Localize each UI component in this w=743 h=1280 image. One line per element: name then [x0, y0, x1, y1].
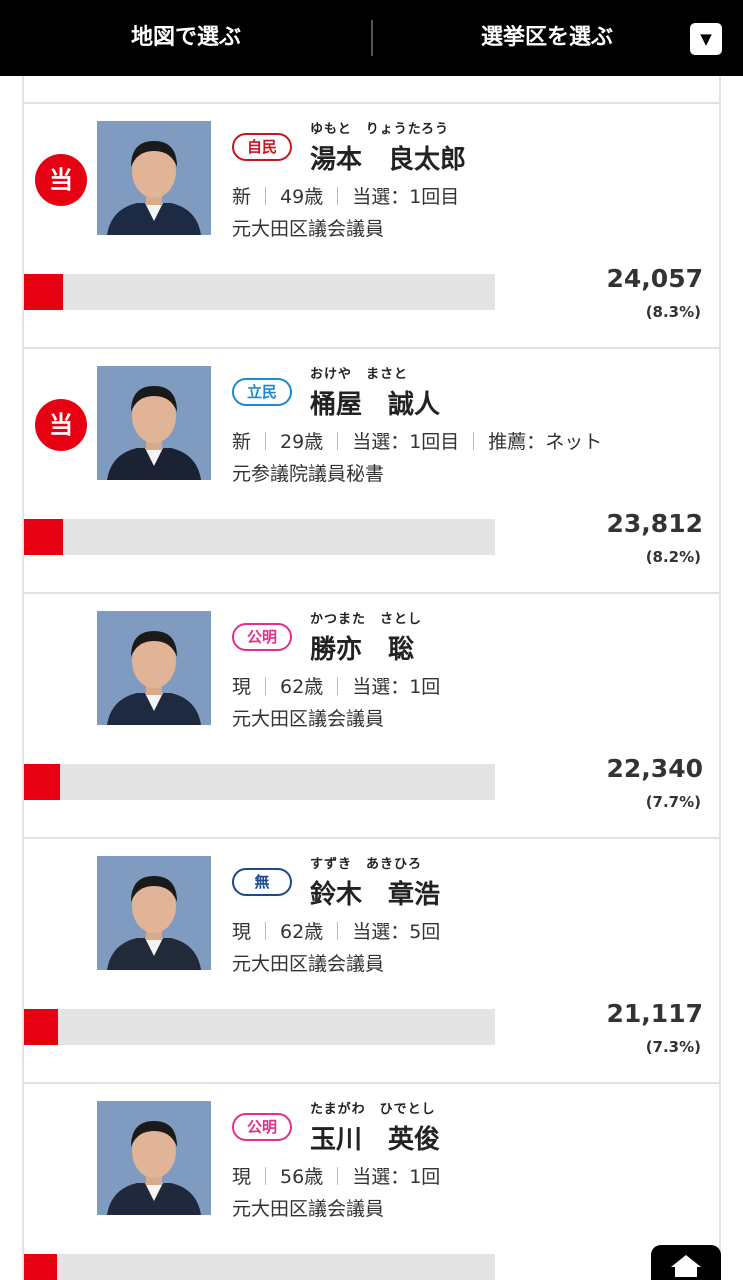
vote-share-bar: [24, 1009, 495, 1045]
candidate-info: 現 62歳 当選：5回: [232, 917, 440, 944]
info-separator: [473, 432, 475, 450]
vote-share-bar: [24, 274, 495, 310]
candidate-career: 元参議院議員秘書: [232, 463, 385, 485]
candidate-info: 新 29歳 当選：1回目 推薦：ネット: [232, 427, 602, 454]
candidate-career: 元大田区議会議員: [232, 953, 385, 975]
candidate-card[interactable]: 無 すずき あきひろ鈴木 章浩 現 62歳 当選：5回 元大田区議会議員 21,117…: [24, 837, 719, 1082]
info-separator: [265, 922, 267, 940]
election-count: 当選：1回目: [352, 431, 460, 453]
candidate-card[interactable]: 当 自民 ゆもと りょうたろう湯本 良太郎 新 49歳 当選：1回目 元大田区議会議員…: [24, 102, 719, 347]
candidate-career: 元大田区議会議員: [232, 1198, 385, 1220]
vote-share-bar-fill: [24, 274, 63, 310]
candidate-age: 62歳: [280, 676, 324, 698]
party-badge: 無: [232, 868, 292, 896]
candidate-photo: [97, 611, 211, 725]
candidate-photo: [97, 856, 211, 970]
vote-count: 21,117: [606, 999, 703, 1028]
vote-share-bar: [24, 764, 495, 800]
info-separator: [265, 677, 267, 695]
candidate-info: 新 49歳 当選：1回目: [232, 182, 459, 209]
candidate-card[interactable]: 公明たまがわ ひでとし玉川 英俊 現56歳当選：1回 元大田区議会議員 19: [24, 1082, 719, 1280]
candidate-age: 49歳: [280, 186, 324, 208]
party-badge: 公明: [232, 623, 292, 651]
vote-share-bar: [24, 1254, 495, 1280]
vote-percentage: (7.7%): [645, 793, 701, 811]
candidate-name-kana: おけや まさと: [310, 367, 409, 382]
candidate-career: 元大田区議会議員: [232, 708, 385, 730]
info-separator: [265, 1167, 267, 1185]
candidate-name-kana: かつまた さとし: [310, 612, 423, 627]
chevron-down-icon[interactable]: ▼: [690, 23, 722, 55]
info-separator: [337, 432, 339, 450]
incumbency-status: 新: [232, 431, 252, 453]
vote-share-bar-fill: [24, 1009, 58, 1045]
vote-count: 23,812: [606, 509, 703, 538]
info-separator: [337, 677, 339, 695]
candidate-list: 当 自民 ゆもと りょうたろう 湯本 良太郎 新 49歳 当選：1回目 元大田区議会議員…: [22, 76, 721, 1280]
info-separator: [337, 187, 339, 205]
election-count: 当選：1回: [352, 1166, 441, 1188]
election-count: 当選：1回: [352, 676, 441, 698]
vote-share-bar: [24, 519, 495, 555]
vote-percentage: (8.3%): [645, 303, 701, 321]
candidate-name-kana: たまがわ ひでとし: [310, 1102, 436, 1117]
tab-select-by-map[interactable]: 地図で選ぶ: [0, 0, 372, 76]
info-separator: [337, 1167, 339, 1185]
candidate-career: 元大田区議会議員: [232, 218, 385, 240]
party-badge: 立民: [232, 378, 292, 406]
elected-badge: 当: [35, 154, 87, 206]
incumbency-status: 新: [232, 186, 252, 208]
candidate-info: 現 56歳 当選：1回: [232, 1162, 440, 1189]
candidate-name: 桶屋 誠人: [310, 390, 441, 420]
scroll-to-top-button[interactable]: [651, 1245, 721, 1280]
vote-count: 24,057: [606, 264, 703, 293]
candidate-name-kana: ゆもと りょうたろう: [310, 122, 449, 137]
info-separator: [265, 187, 267, 205]
info-separator: [337, 922, 339, 940]
party-badge: 自民: [232, 133, 292, 161]
tab-select-by-district[interactable]: 選挙区を選ぶ: [372, 0, 722, 76]
endorsement: 推薦：ネット: [488, 431, 603, 453]
candidate-card[interactable]: 公明 かつまた さとし勝亦 聡 現 62歳 当選：1回 元大田区議会議員 22,340…: [24, 592, 719, 837]
candidate-photo: [97, 366, 211, 480]
candidate-card[interactable]: 当 立民 おけや まさと桶屋 誠人 新 29歳 当選：1回目 推薦：ネット 元参議院議員…: [24, 347, 719, 592]
party-badge: 公明: [232, 1113, 292, 1141]
candidate-info: 現 62歳 当選：1回: [232, 672, 440, 699]
candidate-age: 62歳: [280, 921, 324, 943]
vote-percentage: (8.2%): [645, 548, 701, 566]
candidate-name: 勝亦 聡: [310, 635, 415, 665]
selection-header: 地図で選ぶ 選挙区を選ぶ ▼: [0, 0, 743, 76]
election-count: 当選：5回: [352, 921, 441, 943]
election-count: 当選：1回目: [352, 186, 460, 208]
vote-percentage: (7.3%): [645, 1038, 701, 1056]
info-separator: [265, 432, 267, 450]
candidate-name: 玉川 英俊: [310, 1125, 441, 1155]
candidate-name: 鈴木 章浩: [310, 880, 441, 910]
incumbency-status: 現: [232, 676, 252, 698]
incumbency-status: 現: [232, 1166, 252, 1188]
incumbency-status: 現: [232, 921, 252, 943]
candidate-age: 29歳: [280, 431, 324, 453]
vote-share-bar-fill: [24, 519, 63, 555]
candidate-age: 56歳: [280, 1166, 324, 1188]
vote-share-bar-fill: [24, 1254, 57, 1280]
vote-share-bar-fill: [24, 764, 60, 800]
candidate-name: 湯本 良太郎: [310, 145, 467, 175]
candidate-photo: [97, 1101, 211, 1215]
vote-count: 22,340: [606, 754, 703, 783]
elected-badge: 当: [35, 399, 87, 451]
home-icon: [671, 1255, 701, 1277]
candidate-photo: [97, 121, 211, 235]
candidate-name-kana: すずき あきひろ: [310, 857, 423, 872]
